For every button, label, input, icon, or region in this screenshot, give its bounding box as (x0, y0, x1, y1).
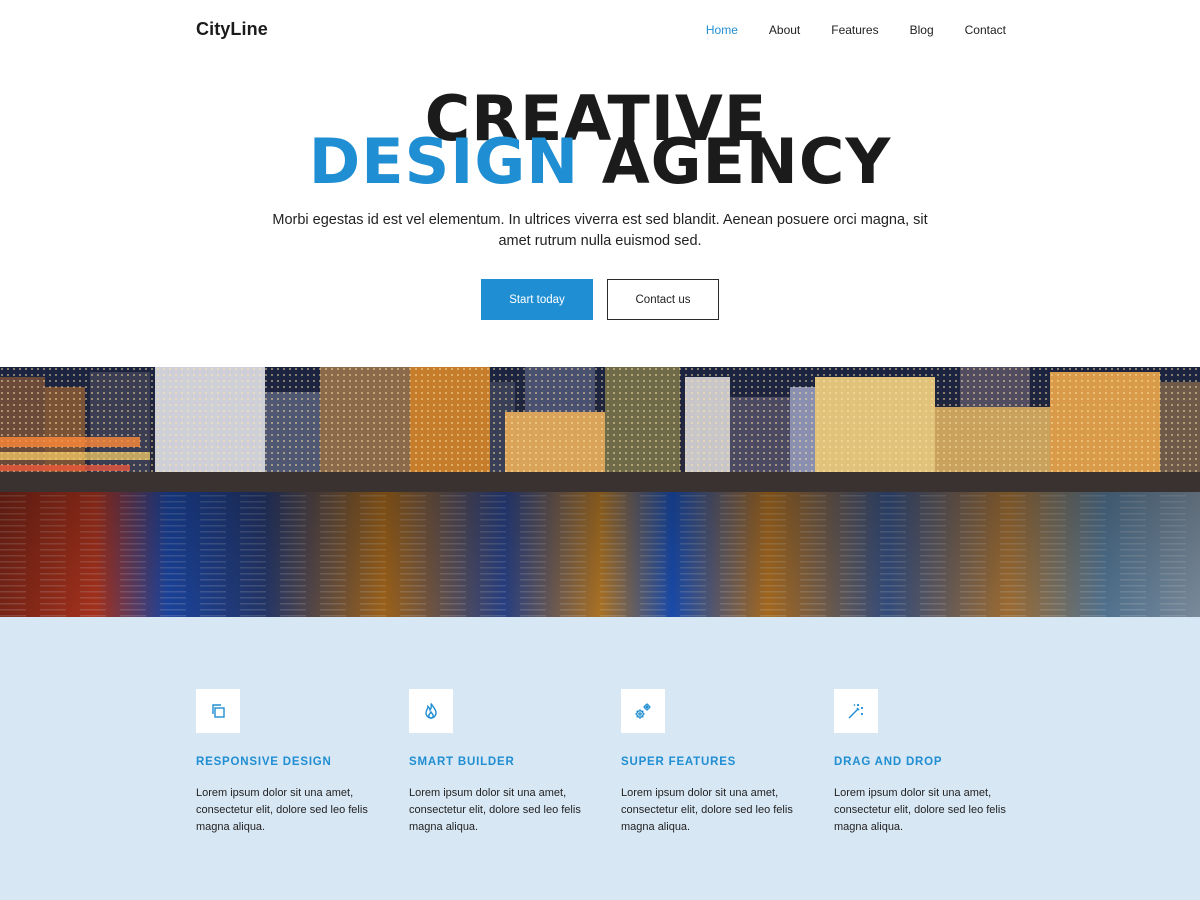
flame-icon (409, 689, 453, 733)
feature-text: Lorem ipsum dolor sit una amet, consecte… (196, 787, 368, 833)
feature-title: SMART BUILDER (409, 756, 515, 768)
features-section: RESPONSIVE DESIGN Lorem ipsum dolor sit … (0, 617, 1200, 900)
hero-buttons: Start today Contact us (0, 279, 1200, 320)
feature-drag-and-drop: DRAG AND DROP Lorem ipsum dolor sit una … (834, 689, 1014, 836)
nav-features[interactable]: Features (831, 23, 878, 37)
nav-about[interactable]: About (769, 23, 800, 37)
hero-description: Morbi egestas id est vel elementum. In u… (272, 212, 928, 249)
hero-title-line2: DESIGN AGENCY (0, 131, 1200, 193)
feature-text: Lorem ipsum dolor sit una amet, consecte… (834, 787, 1006, 833)
feature-responsive-design: RESPONSIVE DESIGN Lorem ipsum dolor sit … (196, 689, 376, 836)
hero-title-highlight: DESIGN (308, 125, 580, 198)
contact-us-button[interactable]: Contact us (607, 279, 719, 320)
nav-home[interactable]: Home (706, 23, 738, 37)
logo[interactable]: CityLine (196, 19, 268, 40)
copy-icon (196, 689, 240, 733)
magic-wand-icon (834, 689, 878, 733)
main-nav: Home About Features Blog Contact (675, 23, 1006, 37)
feature-super-features: SUPER FEATURES Lorem ipsum dolor sit una… (621, 689, 801, 836)
feature-smart-builder: SMART BUILDER Lorem ipsum dolor sit una … (409, 689, 589, 836)
feature-title: DRAG AND DROP (834, 756, 943, 768)
start-today-button[interactable]: Start today (481, 279, 593, 320)
hero-title-rest: AGENCY (601, 125, 892, 198)
hero-section: CREATIVE DESIGN AGENCY Morbi egestas id … (0, 88, 1200, 252)
feature-text: Lorem ipsum dolor sit una amet, consecte… (409, 787, 581, 833)
city-skyline-night-image (0, 367, 1200, 617)
nav-contact[interactable]: Contact (965, 23, 1006, 37)
nav-blog[interactable]: Blog (910, 23, 934, 37)
feature-text: Lorem ipsum dolor sit una amet, consecte… (621, 787, 793, 833)
city-skyline-banner (0, 367, 1200, 617)
feature-title: RESPONSIVE DESIGN (196, 756, 332, 768)
feature-title: SUPER FEATURES (621, 756, 737, 768)
site-header: CityLine Home About Features Blog Contac… (0, 0, 1200, 62)
gears-icon (621, 689, 665, 733)
